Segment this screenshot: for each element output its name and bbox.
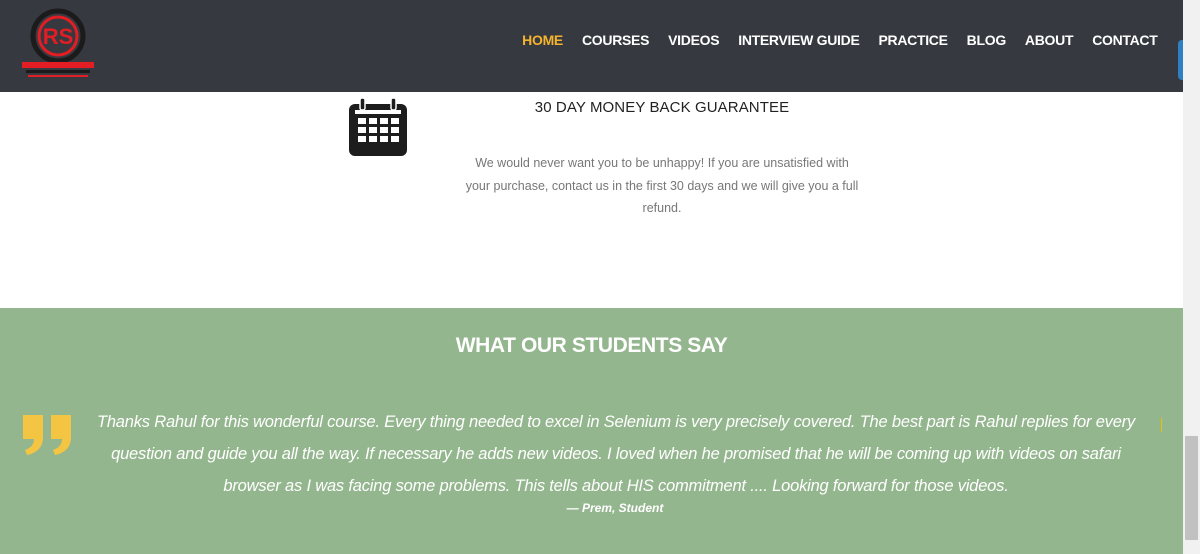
carousel-indicator[interactable] <box>1161 418 1162 432</box>
nav-contact[interactable]: CONTACT <box>1083 30 1167 50</box>
quote-icon <box>21 413 73 457</box>
nav-home[interactable]: HOME <box>513 30 573 50</box>
nav-courses[interactable]: COURSES <box>572 30 658 50</box>
testimonial-quote: Thanks Rahul for this wonderful course. … <box>96 413 1136 495</box>
nav-about[interactable]: ABOUT <box>1015 30 1082 50</box>
guarantee-text: We would never want you to be unhappy! I… <box>465 156 859 215</box>
svg-text:RS: RS <box>43 24 74 49</box>
nav-videos[interactable]: VIDEOS <box>659 30 729 50</box>
calendar-icon <box>347 96 409 158</box>
scrollbar-thumb[interactable] <box>1185 436 1198 540</box>
guarantee-section: 30 DAY MONEY BACK GUARANTEE We would nev… <box>0 92 1183 308</box>
testimonials-section: WHAT OUR STUDENTS SAY Thanks Rahul for t… <box>0 308 1183 554</box>
testimonial-author: — Prem, Student <box>566 501 664 515</box>
nav-interview-guide[interactable]: INTERVIEW GUIDE <box>729 30 869 50</box>
brand-logo[interactable]: RS <box>20 6 96 80</box>
top-navbar: RS HOME COURSES VIDEOS INTERVIEW GUIDE P… <box>0 0 1183 92</box>
testimonials-heading: WHAT OUR STUDENTS SAY <box>455 334 728 357</box>
nav-blog[interactable]: BLOG <box>957 30 1015 50</box>
guarantee-title: 30 DAY MONEY BACK GUARANTEE <box>534 99 790 116</box>
nav-practice[interactable]: PRACTICE <box>869 30 957 50</box>
main-nav: HOME COURSES VIDEOS INTERVIEW GUIDE PRAC… <box>513 30 1167 50</box>
